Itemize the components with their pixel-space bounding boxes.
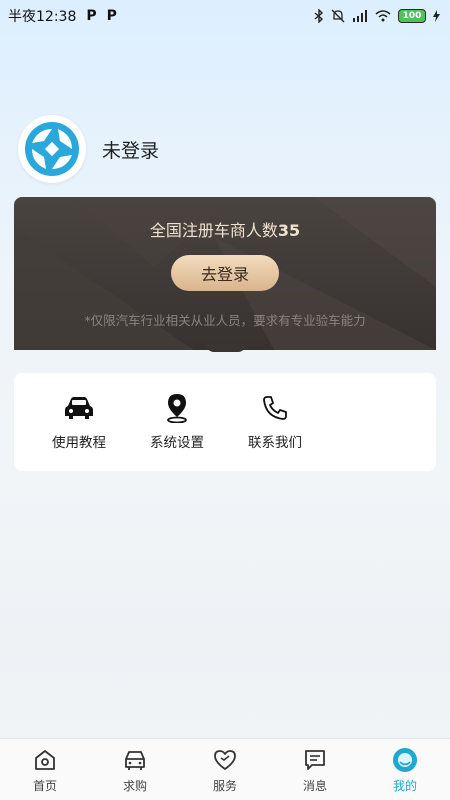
- banner-notch: [206, 344, 246, 352]
- dealer-count-title: 全国注册车商人数35: [14, 217, 436, 241]
- menu-item-contact[interactable]: 联系我们: [226, 393, 324, 451]
- menu-item-tutorial[interactable]: 使用教程: [30, 393, 128, 451]
- status-right: 100: [314, 9, 440, 23]
- message-icon: [302, 747, 328, 773]
- tab-mine[interactable]: 我的: [370, 747, 440, 794]
- status-bar: 半夜12:38 P P 100: [0, 0, 450, 32]
- menu-item-settings[interactable]: 系统设置: [128, 393, 226, 451]
- signal-icon: [353, 10, 367, 22]
- phone-icon: [260, 393, 290, 423]
- bottom-tab-bar: 首页 求购 服务 消息 我的: [0, 738, 450, 800]
- parking-app-icon: P: [86, 8, 97, 24]
- parking-app-icon-2: P: [106, 8, 117, 24]
- dealer-banner: 全国注册车商人数35 去登录 *仅限汽车行业相关从业人员，要求有专业验车能力: [14, 197, 436, 350]
- menu-label-tutorial: 使用教程: [52, 435, 106, 451]
- mute-icon: [331, 9, 345, 23]
- heart-icon: [212, 747, 238, 773]
- tab-service[interactable]: 服务: [190, 747, 260, 794]
- tab-messages[interactable]: 消息: [280, 747, 350, 794]
- car-icon: [122, 747, 148, 773]
- tab-label-messages: 消息: [302, 779, 327, 793]
- tab-label-service: 服务: [212, 779, 237, 793]
- status-time: 半夜12:38: [8, 9, 77, 25]
- dealer-count-label: 全国注册车商人数: [149, 221, 278, 240]
- home-icon: [32, 747, 58, 773]
- bluetooth-icon: [314, 9, 324, 23]
- dealer-count-value: 35: [277, 221, 301, 240]
- tab-label-home: 首页: [32, 779, 57, 793]
- wifi-icon: [375, 10, 391, 22]
- profile-icon: [392, 747, 418, 773]
- tab-label-mine: 我的: [392, 779, 417, 793]
- username: 未登录: [102, 139, 160, 162]
- profile-header[interactable]: 未登录: [18, 115, 159, 183]
- tab-label-purchase: 求购: [122, 779, 147, 793]
- menu-card: 使用教程 系统设置 联系我们: [14, 373, 436, 471]
- menu-label-contact: 联系我们: [248, 435, 302, 451]
- tab-purchase[interactable]: 求购: [100, 747, 170, 794]
- location-pin-icon: [162, 393, 192, 423]
- tab-home[interactable]: 首页: [10, 747, 80, 794]
- login-button[interactable]: 去登录: [171, 255, 279, 291]
- status-left: 半夜12:38 P P: [8, 6, 117, 26]
- avatar[interactable]: [18, 115, 86, 183]
- dealer-note: *仅限汽车行业相关从业人员，要求有专业验车能力: [84, 313, 366, 328]
- car-icon: [64, 393, 94, 423]
- app-logo-icon: [25, 122, 79, 176]
- battery-icon: 100: [398, 9, 426, 23]
- menu-label-settings: 系统设置: [150, 435, 204, 451]
- charging-icon: [433, 10, 440, 22]
